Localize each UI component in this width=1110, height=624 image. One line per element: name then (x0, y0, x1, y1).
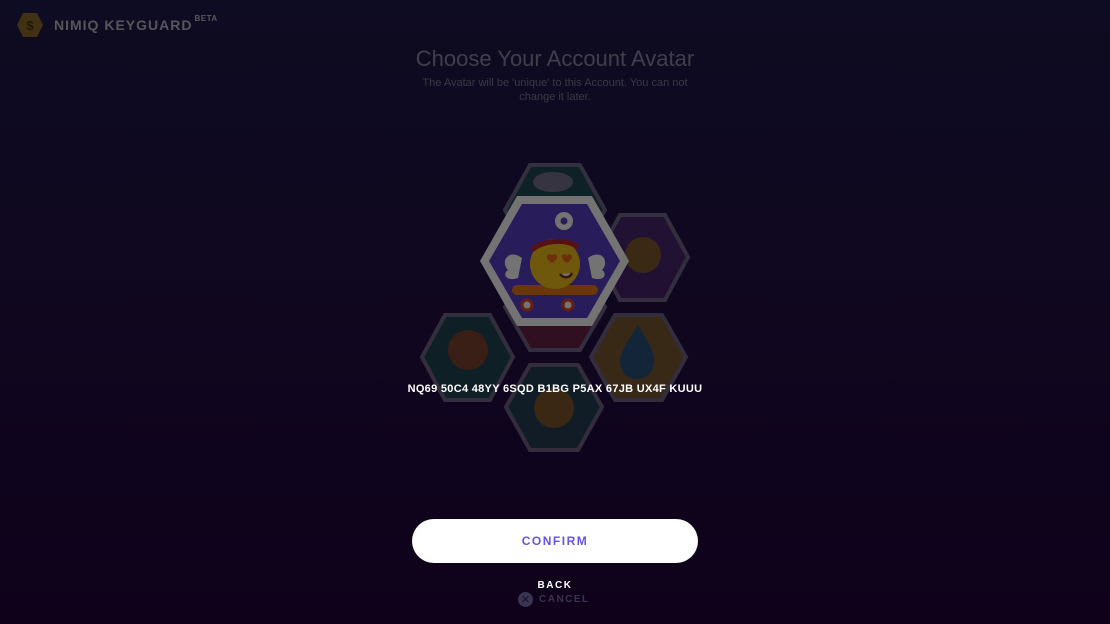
account-address: NQ69 50C4 48YY 6SQD B1BG P5AX 67JB UX4F … (407, 383, 703, 395)
avatar-option-top-hat[interactable] (503, 363, 605, 452)
back-button[interactable]: BACK (0, 580, 1110, 591)
page-subtitle: The Avatar will be 'unique' to this Acco… (422, 77, 688, 103)
beta-badge: BETA (194, 13, 218, 23)
app-name: NIMIQ KEYGUARD (54, 17, 193, 33)
close-circle-icon: ✕ (518, 592, 533, 607)
cancel-button[interactable]: ✕ CANCEL (518, 592, 590, 607)
page-title: Choose Your Account Avatar (415, 46, 695, 71)
avatar-picker (410, 160, 700, 460)
cancel-label: CANCEL (539, 594, 590, 605)
nimiq-logo-icon: $ (16, 11, 44, 39)
app-header: $ NIMIQ KEYGUARD BETA (16, 10, 218, 40)
confirm-button[interactable]: CONFIRM (412, 519, 698, 563)
svg-text:$: $ (26, 18, 34, 33)
